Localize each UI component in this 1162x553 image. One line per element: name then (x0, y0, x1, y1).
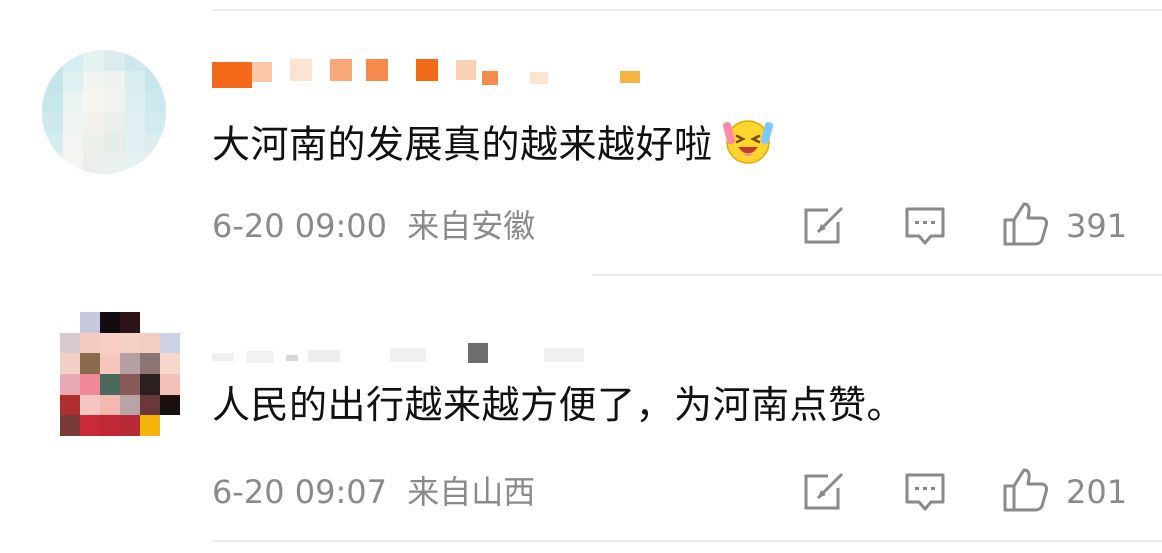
comment-text: 大河南的发展真的越来越好啦 (212, 116, 777, 167)
thumbs-up-icon[interactable] (1002, 200, 1050, 252)
repost-icon[interactable] (802, 206, 846, 250)
comment-text: 人民的出行越来越方便了，为河南点赞。 (212, 380, 905, 430)
repost-icon[interactable] (802, 472, 846, 516)
top-divider (212, 9, 1162, 11)
avatar[interactable] (42, 50, 166, 174)
bottom-divider (212, 540, 1162, 542)
comment-timestamp: 6-20 09:07 (212, 473, 388, 511)
avatar-pixelated-image (42, 50, 166, 174)
like-count: 201 (1066, 473, 1128, 511)
comment-location: 来自山西 (407, 473, 536, 511)
username-redacted[interactable] (212, 50, 640, 90)
username-redacted[interactable] (212, 330, 584, 370)
comment-location: 来自安徽 (407, 207, 536, 245)
comment-divider (592, 274, 1162, 276)
avatar-pixelated-image (60, 312, 180, 436)
comment-icon[interactable] (904, 206, 946, 252)
like-count: 391 (1066, 207, 1128, 245)
comment-meta: 6-20 09:00 来自安徽 (212, 206, 535, 246)
comment-text-content: 大河南的发展真的越来越好啦 (212, 122, 713, 167)
laughing-tears-emoji-icon (719, 116, 777, 178)
comment-icon[interactable] (904, 472, 946, 518)
thumbs-up-icon[interactable] (1002, 466, 1050, 518)
comment-timestamp: 6-20 09:00 (212, 207, 388, 245)
comment-meta: 6-20 09:07 来自山西 (212, 472, 535, 512)
avatar[interactable] (60, 312, 180, 436)
comment-text-content: 人民的出行越来越方便了，为河南点赞。 (212, 383, 906, 427)
